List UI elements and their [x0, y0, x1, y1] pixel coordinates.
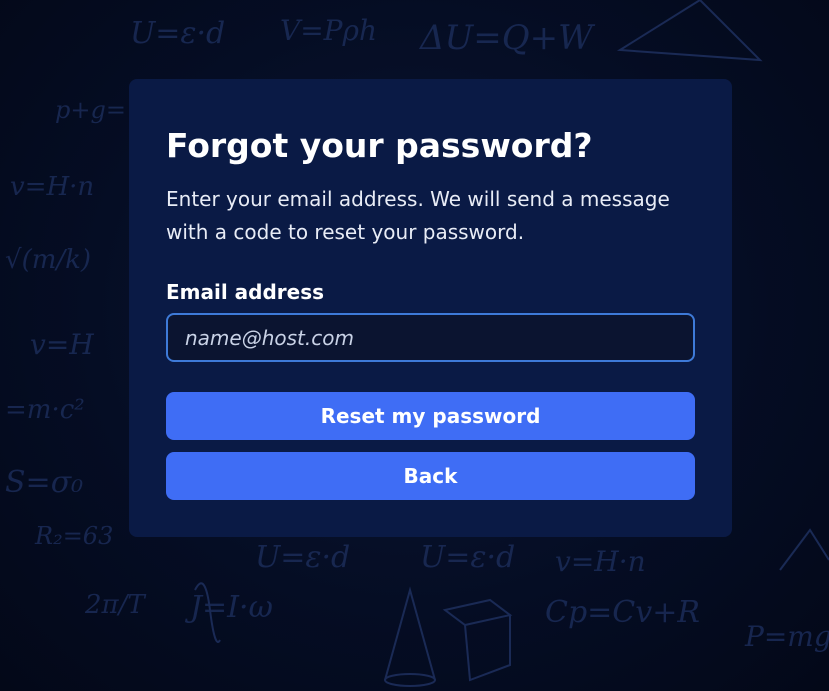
formula-17: P=mg: [745, 620, 829, 653]
page-title: Forgot your password?: [166, 126, 593, 165]
formula-15: J=I·ω: [190, 590, 274, 625]
sketch-cone: [384, 586, 436, 681]
formula-13: v=H·n: [555, 545, 646, 578]
reset-password-button[interactable]: Reset my password: [166, 392, 695, 440]
formula-1: U=ε·d: [130, 16, 226, 51]
formula-10: R₂=63: [35, 522, 114, 550]
formula-11: U=ε·d: [255, 540, 351, 575]
sketch-cube: [442, 598, 513, 682]
formula-9: S=σ₀: [5, 465, 84, 500]
formula-16: Cp=Cv+R: [545, 595, 700, 630]
formula-6: √(m/k): [5, 245, 92, 275]
formula-14: 2π/T: [85, 590, 145, 620]
sketch-triangle: [616, 0, 763, 62]
back-button[interactable]: Back: [166, 452, 695, 500]
formula-3: ΔU=Q+W: [420, 18, 594, 58]
formula-5: v=H·n: [10, 172, 95, 202]
email-field[interactable]: [166, 313, 695, 362]
sketch-triangle-right: [779, 528, 829, 571]
formula-2: V=Pρh: [280, 14, 378, 47]
sketch-cone-base: [384, 673, 436, 687]
formula-7: v=H: [30, 328, 94, 361]
formula-4: p+g=: [55, 96, 126, 124]
formula-12: U=ε·d: [420, 540, 516, 575]
formula-8: =m·c²: [5, 395, 85, 425]
description-text: Enter your email address. We will send a…: [166, 187, 670, 244]
email-label: Email address: [166, 280, 325, 304]
